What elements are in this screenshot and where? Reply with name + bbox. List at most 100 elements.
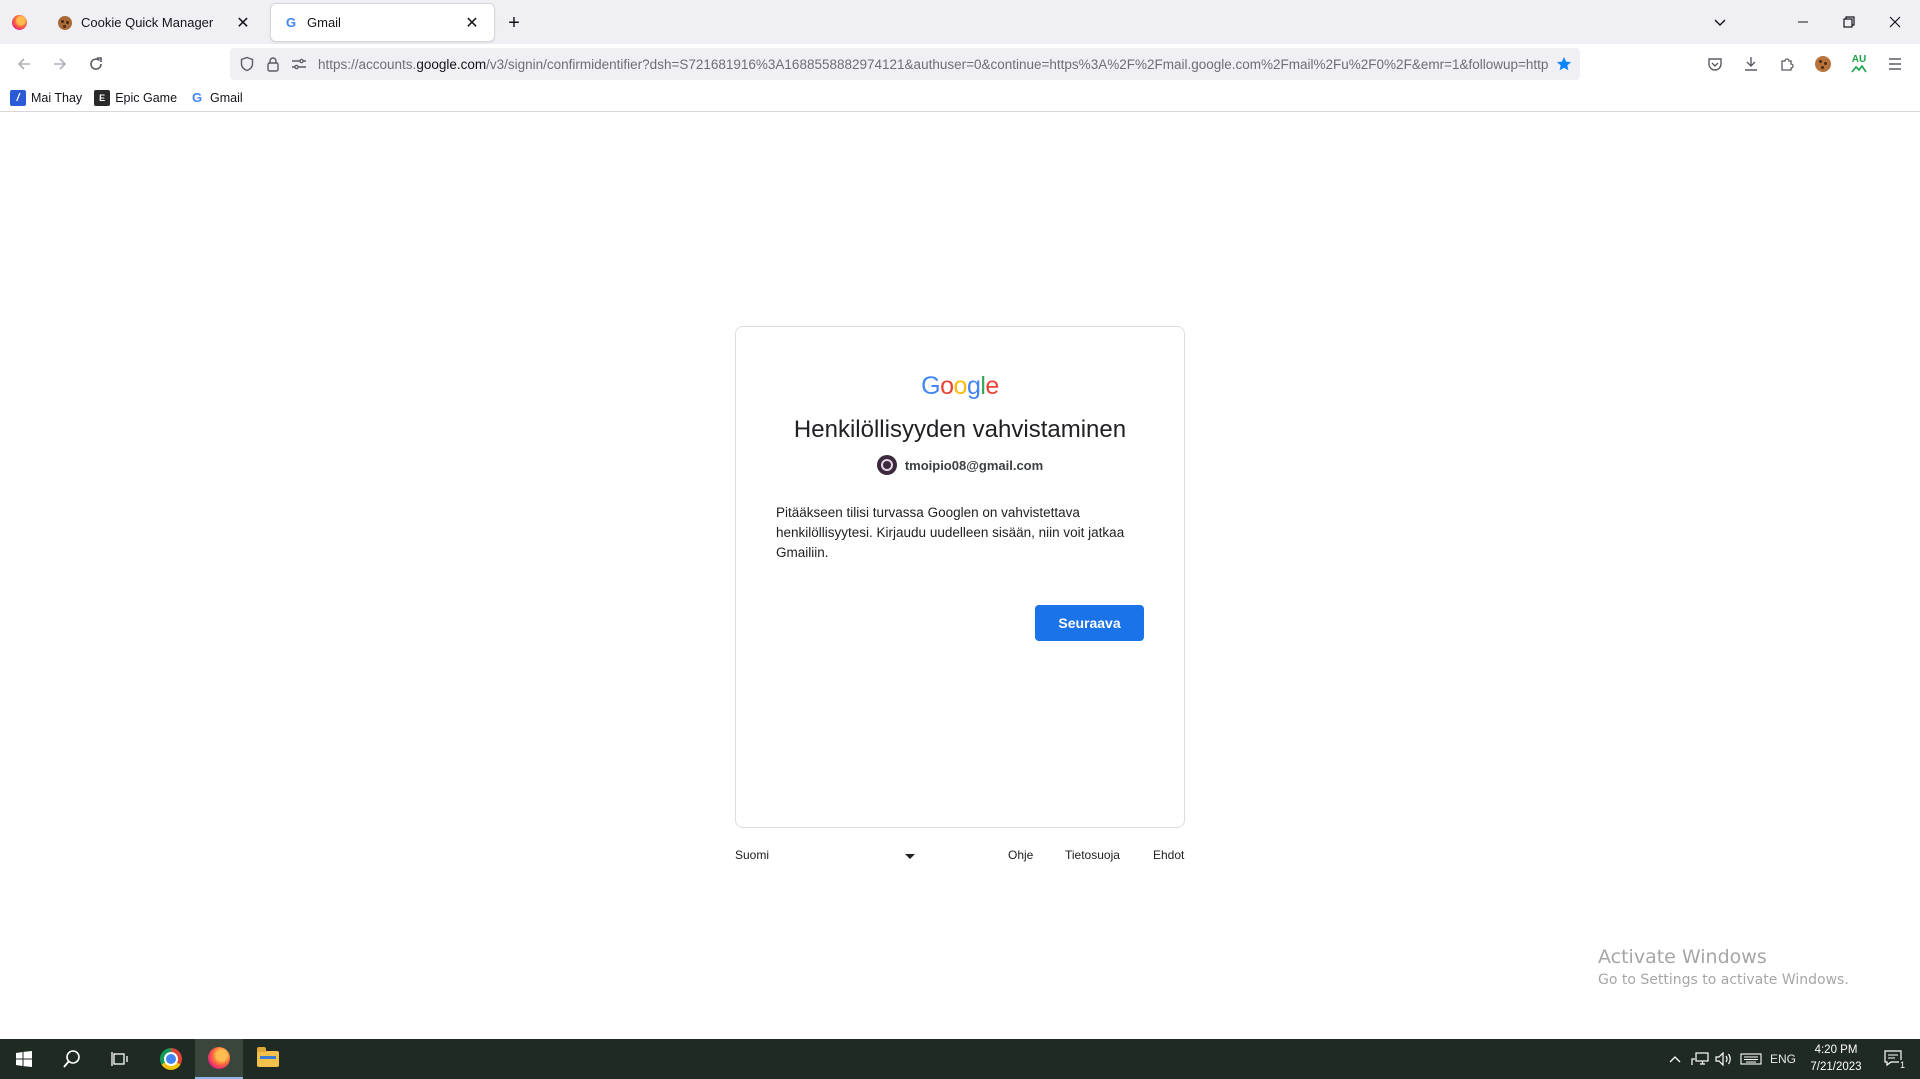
taskbar-chrome[interactable] <box>147 1039 195 1079</box>
search-button[interactable] <box>48 1039 96 1079</box>
speaker-icon <box>1715 1052 1731 1066</box>
logo-letter: g <box>966 372 981 400</box>
touch-keyboard-button[interactable] <box>1738 1039 1764 1079</box>
close-window-button[interactable] <box>1872 0 1918 44</box>
au-badge-text: AU <box>1851 54 1867 65</box>
google-g-icon: G <box>285 15 297 30</box>
hamburger-menu-icon <box>1889 58 1901 70</box>
privacy-link[interactable]: Tietosuoja <box>1065 848 1120 862</box>
bookmark-epic-game[interactable]: E Epic Game <box>94 86 177 110</box>
forward-button[interactable] <box>44 48 76 80</box>
downloads-button[interactable] <box>1735 48 1767 80</box>
firefox-icon <box>11 14 27 30</box>
firefox-view-button[interactable] <box>6 9 32 35</box>
permissions-icon[interactable] <box>286 51 312 77</box>
bookmark-mai-thay[interactable]: / Mai Thay <box>10 86 82 110</box>
windows-taskbar: ENG 4:20 PM 7/21/2023 1 <box>0 1039 1920 1079</box>
puzzle-icon <box>1781 58 1794 71</box>
restore-button[interactable] <box>1826 0 1872 44</box>
firefox-icon <box>208 1047 230 1069</box>
avatar <box>876 455 897 475</box>
close-tab-icon[interactable]: ✕ <box>462 13 482 33</box>
url-text[interactable]: https://accounts.google.com/v3/signin/co… <box>312 57 1548 72</box>
watermark-title: Activate Windows <box>1598 946 1767 968</box>
logo-letter: G <box>921 372 941 400</box>
reload-button[interactable] <box>80 48 112 80</box>
tracking-protection-shield-icon[interactable] <box>234 51 260 77</box>
start-button[interactable] <box>0 1039 48 1079</box>
volume-button[interactable] <box>1712 1039 1736 1079</box>
network-icon <box>1691 1052 1709 1065</box>
page-title: Henkilöllisyyden vahvistaminen <box>793 416 1127 443</box>
chrome-icon <box>160 1048 182 1070</box>
url-host: google.com <box>416 56 487 72</box>
logo-letter: o <box>940 372 954 400</box>
cookie-icon <box>1815 56 1831 72</box>
taskbar-firefox[interactable] <box>195 1039 243 1079</box>
cookie-quick-manager-extension-button[interactable] <box>1807 48 1839 80</box>
new-tab-button[interactable]: + <box>500 9 528 37</box>
terms-link[interactable]: Ehdot <box>1153 848 1184 862</box>
caret-down-icon <box>905 853 915 859</box>
url-path: /v3/signin/confirmidentifier?dsh=S721681… <box>486 56 1548 72</box>
bookmark-label: Gmail <box>210 90 243 105</box>
google-logo: Google <box>736 372 1184 401</box>
account-chip[interactable]: tmoipio08@gmail.com <box>736 455 1184 475</box>
keyboard-icon <box>1740 1053 1762 1065</box>
lock-icon[interactable] <box>260 51 286 77</box>
next-button[interactable]: Seuraava <box>1035 605 1144 641</box>
search-icon <box>63 1050 80 1068</box>
action-center-button[interactable]: 1 <box>1876 1039 1912 1079</box>
bookmark-label: Mai Thay <box>31 90 83 105</box>
input-language-button[interactable]: ENG <box>1768 1039 1798 1079</box>
pocket-button[interactable] <box>1699 48 1731 80</box>
minimize-icon <box>1798 21 1808 23</box>
restore-icon <box>1843 16 1855 28</box>
tab-gmail[interactable]: G Gmail ✕ <box>271 4 494 41</box>
task-view-icon <box>111 1052 128 1066</box>
task-view-button[interactable] <box>96 1039 144 1079</box>
chevron-down-icon <box>1714 19 1726 26</box>
bookmark-gmail[interactable]: G Gmail <box>189 86 243 110</box>
folder-icon <box>257 1047 279 1067</box>
logo-letter: o <box>953 372 968 400</box>
taskbar-file-explorer[interactable] <box>244 1039 292 1079</box>
au-extension-button[interactable]: AU <box>1843 48 1875 80</box>
arrow-left-icon <box>17 58 30 70</box>
au-extension-icon: AU <box>1851 55 1867 73</box>
navigation-toolbar: https://accounts.google.com/v3/signin/co… <box>0 44 1920 84</box>
bookmark-label: Epic Game <box>115 90 178 105</box>
tab-title: Cookie Quick Manager <box>81 15 214 30</box>
epic-games-icon: E <box>94 89 111 106</box>
address-bar[interactable]: https://accounts.google.com/v3/signin/co… <box>230 48 1580 80</box>
tab-title: Gmail <box>307 15 341 30</box>
extensions-button[interactable] <box>1771 48 1803 80</box>
clock-date: 7/21/2023 <box>1810 1061 1862 1073</box>
language-select[interactable]: Suomi <box>735 848 915 862</box>
tab-strip: Cookie Quick Manager ✕ G Gmail ✕ + <box>0 0 1920 44</box>
url-prefix: https://accounts. <box>318 56 417 72</box>
logo-letter: e <box>985 372 999 400</box>
mai-thay-icon: / <box>10 89 26 106</box>
close-icon <box>1889 16 1901 28</box>
network-button[interactable] <box>1688 1039 1712 1079</box>
close-tab-icon[interactable]: ✕ <box>233 13 253 33</box>
back-button[interactable] <box>8 48 40 80</box>
google-g-icon: G <box>191 90 203 105</box>
download-icon <box>1745 57 1757 71</box>
chevron-up-icon <box>1669 1056 1681 1063</box>
reload-icon <box>90 57 102 70</box>
watermark-subtitle: Go to Settings to activate Windows. <box>1598 972 1849 988</box>
description-text: Pitääkseen tilisi turvassa Googlen on va… <box>776 505 1125 560</box>
minimize-button[interactable] <box>1780 0 1826 44</box>
help-link[interactable]: Ohje <box>1008 848 1033 862</box>
show-hidden-icons-button[interactable] <box>1664 1039 1686 1079</box>
app-menu-button[interactable] <box>1879 48 1911 80</box>
cookie-icon <box>57 15 73 31</box>
activate-windows-watermark: Activate Windows Go to Settings to activ… <box>1598 946 1849 988</box>
bookmark-star-icon[interactable] <box>1548 48 1580 80</box>
list-all-tabs-button[interactable] <box>1708 11 1732 33</box>
notification-icon: 1 <box>1884 1050 1906 1070</box>
tab-cookie-quick-manager[interactable]: Cookie Quick Manager ✕ <box>45 4 265 41</box>
taskbar-clock[interactable]: 4:20 PM 7/21/2023 <box>1800 1042 1872 1076</box>
